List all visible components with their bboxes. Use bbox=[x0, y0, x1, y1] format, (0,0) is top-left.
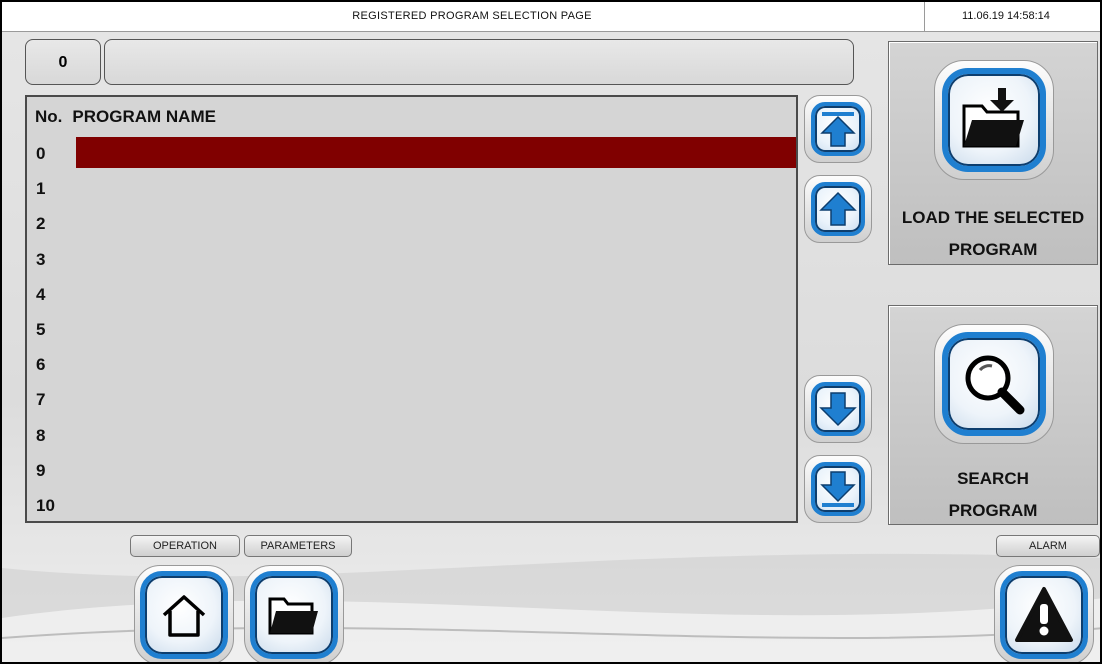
load-selected-program-button[interactable]: LOAD THE SELECTED PROGRAM bbox=[888, 41, 1098, 265]
program-row-name bbox=[76, 454, 796, 485]
title-divider bbox=[924, 2, 925, 32]
scroll-to-bottom-button[interactable] bbox=[804, 455, 872, 523]
column-header-no: No. bbox=[35, 107, 63, 126]
arrow-up-to-top-icon bbox=[820, 112, 856, 147]
program-row[interactable]: 8 bbox=[27, 417, 796, 452]
program-row[interactable]: 6 bbox=[27, 346, 796, 381]
search-program-label: SEARCH PROGRAM bbox=[948, 469, 1038, 520]
program-row-name bbox=[76, 419, 796, 450]
folder-icon bbox=[268, 597, 318, 635]
program-row-number: 5 bbox=[36, 320, 46, 339]
magnifier-icon bbox=[965, 355, 1025, 415]
program-row-number: 7 bbox=[36, 390, 46, 410]
program-row-name bbox=[76, 137, 796, 168]
program-row[interactable]: 1 bbox=[27, 170, 796, 205]
home-icon bbox=[162, 595, 206, 637]
column-header-program-name: PROGRAM NAME bbox=[72, 107, 216, 126]
arrow-down-icon bbox=[819, 392, 857, 427]
date-time: 11.06.19 14:58:14 bbox=[962, 10, 1050, 22]
program-row-number: 10 bbox=[36, 496, 55, 515]
program-row-number: 1 bbox=[36, 179, 46, 199]
program-row-name bbox=[76, 172, 796, 203]
list-header: No. PROGRAM NAME bbox=[35, 107, 226, 127]
hmi-screen: REGISTERED PROGRAM SELECTION PAGE 11.06.… bbox=[0, 0, 1102, 664]
program-row-number: 6 bbox=[36, 355, 46, 375]
program-row-number: 0 bbox=[36, 144, 46, 163]
program-row[interactable]: 9 bbox=[27, 452, 796, 487]
alarm-tab-label[interactable]: ALARM bbox=[996, 535, 1100, 557]
alarm-button[interactable] bbox=[994, 565, 1094, 662]
program-row[interactable]: 10 bbox=[27, 487, 796, 522]
selected-program-number-value: 0 bbox=[58, 54, 68, 71]
parameters-tab-label[interactable]: PARAMETERS bbox=[244, 535, 352, 557]
program-row-number: 9 bbox=[36, 460, 46, 480]
scroll-up-button[interactable] bbox=[804, 175, 872, 243]
scroll-to-top-button[interactable] bbox=[804, 95, 872, 163]
selected-program-number[interactable]: 0 bbox=[25, 39, 101, 85]
arrow-up-icon bbox=[819, 191, 857, 226]
program-row-name bbox=[76, 489, 796, 520]
parameters-button[interactable] bbox=[244, 565, 344, 662]
program-row-name bbox=[76, 383, 796, 414]
title-bar: REGISTERED PROGRAM SELECTION PAGE 11.06.… bbox=[2, 2, 1100, 32]
program-row-number: 3 bbox=[36, 249, 46, 269]
program-row-name bbox=[76, 243, 796, 274]
search-program-button[interactable]: SEARCH PROGRAM bbox=[888, 305, 1098, 525]
program-row[interactable]: 4 bbox=[27, 276, 796, 311]
program-row[interactable]: 2 bbox=[27, 205, 796, 240]
arrow-down-to-bottom-icon bbox=[820, 471, 856, 507]
operation-button[interactable] bbox=[134, 565, 234, 662]
program-row-number: 4 bbox=[36, 284, 46, 304]
program-list: No. PROGRAM NAME 0 1 2 3 4 5 6 7 8 9 10 bbox=[25, 95, 798, 523]
load-selected-program-label: LOAD THE SELECTED PROGRAM bbox=[901, 208, 1085, 259]
program-row-number: 8 bbox=[36, 425, 46, 445]
program-row[interactable]: 3 bbox=[27, 241, 796, 276]
program-row-name bbox=[76, 313, 796, 344]
program-row-name bbox=[76, 278, 796, 309]
program-row[interactable]: 5 bbox=[27, 311, 796, 346]
program-row-name bbox=[76, 348, 796, 379]
program-row[interactable]: 0 bbox=[27, 135, 796, 170]
scroll-down-button[interactable] bbox=[804, 375, 872, 443]
program-row-number: 2 bbox=[36, 214, 46, 234]
program-row-name bbox=[76, 207, 796, 238]
selected-program-name[interactable] bbox=[104, 39, 854, 85]
page-title: REGISTERED PROGRAM SELECTION PAGE bbox=[352, 10, 592, 22]
operation-tab-label[interactable]: OPERATION bbox=[130, 535, 240, 557]
folder-load-icon bbox=[962, 88, 1024, 148]
warning-icon bbox=[1015, 587, 1073, 642]
program-row[interactable]: 7 bbox=[27, 381, 796, 416]
